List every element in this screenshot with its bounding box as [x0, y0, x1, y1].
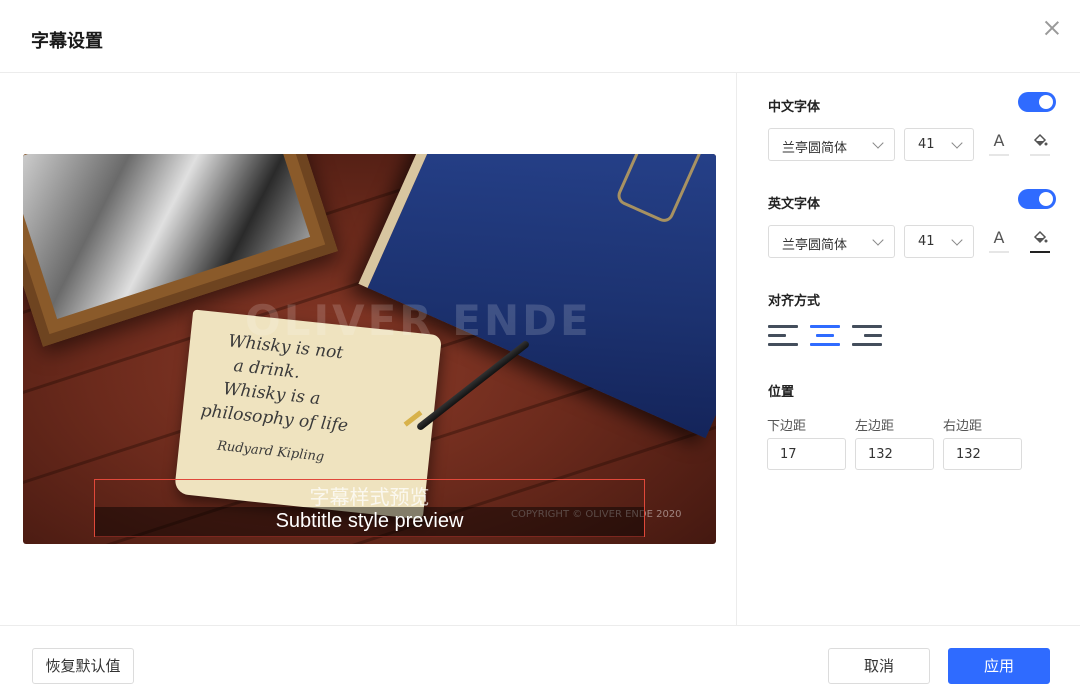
chinese-size-value: 41	[918, 137, 935, 152]
dialog-header: 字幕设置	[0, 0, 1080, 73]
chevron-down-icon	[951, 137, 963, 149]
bottom-margin-input[interactable]: 17	[767, 438, 846, 470]
watermark: OLIVER ENDE	[245, 296, 592, 345]
subtitle-settings-dialog: 字幕设置 Whisky is not a drink. Whisky is a …	[0, 0, 1080, 697]
english-fill-bucket-icon[interactable]	[1029, 229, 1051, 255]
right-margin-label: 右边距	[943, 419, 983, 434]
subtitle-en-preview: Subtitle style preview	[275, 510, 464, 532]
close-icon[interactable]	[1040, 16, 1064, 40]
english-font-select[interactable]: 兰亭圆简体	[768, 225, 895, 258]
apply-button[interactable]: 应用	[948, 648, 1050, 684]
english-font-label: 英文字体	[768, 197, 821, 212]
left-margin-label: 左边距	[855, 419, 895, 434]
left-margin-input[interactable]: 132	[855, 438, 934, 470]
chevron-down-icon	[872, 137, 884, 149]
chevron-down-icon	[872, 234, 884, 246]
dialog-title: 字幕设置	[31, 31, 103, 52]
english-font-toggle[interactable]	[1018, 189, 1056, 209]
chinese-size-select[interactable]: 41	[904, 128, 974, 161]
english-font-value: 兰亭圆简体	[782, 238, 848, 253]
subtitle-cn-preview: 字幕样式预览	[309, 485, 430, 509]
english-size-select[interactable]: 41	[904, 225, 974, 258]
chinese-font-select[interactable]: 兰亭圆简体	[768, 128, 895, 161]
chinese-font-toggle[interactable]	[1018, 92, 1056, 112]
align-right-icon[interactable]	[852, 322, 882, 350]
right-margin-input[interactable]: 132	[943, 438, 1022, 470]
chinese-fill-bucket-icon[interactable]	[1029, 132, 1051, 158]
position-label: 位置	[768, 385, 795, 400]
preview-panel: Whisky is not a drink. Whisky is a philo…	[0, 73, 736, 625]
align-left-icon[interactable]	[768, 322, 798, 350]
chevron-down-icon	[951, 234, 963, 246]
cancel-button[interactable]: 取消	[828, 648, 930, 684]
subtitle-preview-box[interactable]: 字幕样式预览 Subtitle style preview	[94, 479, 645, 537]
reset-default-button[interactable]: 恢复默认值	[32, 648, 134, 684]
english-size-value: 41	[918, 234, 935, 249]
note-signature: Rudyard Kipling	[216, 438, 325, 465]
align-center-icon[interactable]	[810, 322, 840, 350]
chinese-text-color-icon[interactable]: A	[988, 132, 1010, 158]
bottom-margin-label: 下边距	[767, 419, 807, 434]
chinese-font-value: 兰亭圆简体	[782, 141, 848, 156]
video-preview: Whisky is not a drink. Whisky is a philo…	[23, 154, 716, 544]
chinese-font-label: 中文字体	[768, 100, 821, 115]
alignment-label: 对齐方式	[768, 294, 821, 309]
english-text-color-icon[interactable]: A	[988, 229, 1010, 255]
